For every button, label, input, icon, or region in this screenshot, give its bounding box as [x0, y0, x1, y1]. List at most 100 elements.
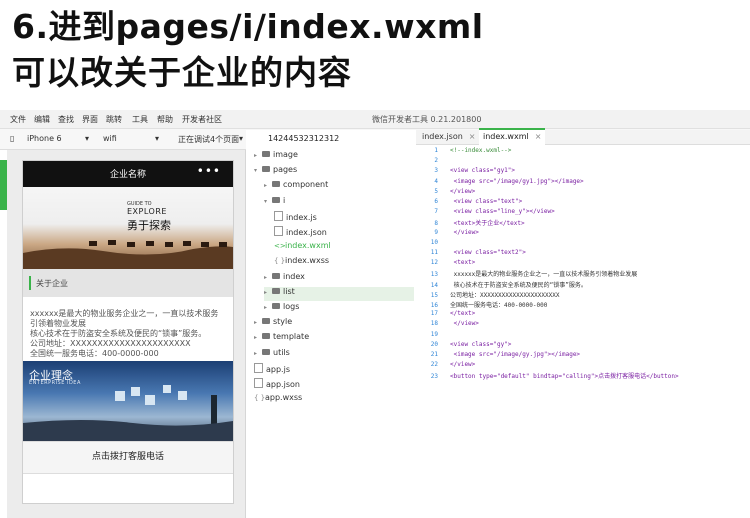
explore-banner: GUIDE TO EXPLORE 勇于探索 [23, 187, 233, 269]
line-code: xxxxxx是最大的物业服务企业之一，一直以技术服务引领着物业发展 [450, 271, 638, 279]
code-line: 10 [416, 239, 450, 249]
section-accent-bar [29, 276, 31, 290]
line-code: <view class="text2"> [450, 249, 526, 256]
tree-item[interactable]: ▸ logs [264, 302, 414, 316]
tree-item[interactable]: ▸ component [264, 180, 414, 194]
menu-file[interactable]: 文件 [10, 114, 26, 125]
call-service-button[interactable]: 点击拨打客服电话 [23, 441, 233, 474]
about-line: 全国统一服务电话：400-0000-000 [30, 349, 159, 358]
tree-item[interactable]: ▸ list [264, 286, 414, 301]
menu-edit[interactable]: 编辑 [34, 114, 50, 125]
file-icon [274, 226, 283, 236]
menu-goto[interactable]: 跳转 [106, 114, 122, 125]
style-file-icon: { } [274, 257, 286, 266]
tree-item-label: app.wxss [265, 393, 303, 403]
tree-item[interactable]: ▸ style [254, 317, 414, 331]
code-line: 1 <!--index.wxml--> [416, 147, 511, 157]
code-line: 15 公司地址：XXXXXXXXXXXXXXXXXXXXXX [416, 290, 560, 300]
idea-banner-graphic [23, 385, 233, 441]
line-number: 7 [434, 208, 438, 216]
caret-right-icon[interactable]: ▸ [254, 319, 262, 326]
file-tree-panel: 14244532312312 ▸ image ▾ pages ▸ component ▾ i i… [246, 130, 417, 508]
code-line: 6 <view class="text"> [416, 198, 522, 208]
caret-right-icon[interactable]: ▸ [264, 274, 272, 281]
phone-frame-icon[interactable]: ▯ [10, 134, 14, 143]
line-code: <view class="text"> [450, 198, 523, 205]
tree-item[interactable]: { }app.wxss [254, 393, 414, 407]
device-select[interactable]: iPhone 6 [27, 134, 62, 143]
tree-item[interactable]: index.js [274, 210, 414, 225]
line-code: </view> [450, 187, 476, 195]
tree-item[interactable]: ▸ index [264, 272, 414, 286]
tree-item-label: utils [273, 347, 290, 357]
menu-help[interactable]: 帮助 [157, 114, 173, 125]
caret-down-icon[interactable]: ▾ [264, 198, 272, 205]
code-line: 14 核心技术在于防盗安全系统及便民的“锁事”服务。 [416, 280, 587, 290]
tree-item[interactable]: index.json [274, 226, 414, 240]
menu-find[interactable]: 查找 [58, 114, 74, 125]
tree-item-label: image [273, 150, 298, 159]
line-number: 20 [430, 340, 438, 348]
chevron-down-icon[interactable]: ▾ [239, 134, 243, 143]
line-code: <image src="/image/gy1.jpg"></image> [450, 177, 584, 185]
line-code: <!--index.wxml--> [450, 147, 512, 154]
tab-index-wxml[interactable]: index.wxml × [479, 128, 546, 146]
code-file-icon: <> [274, 242, 286, 251]
menu-tools[interactable]: 工具 [132, 114, 148, 125]
code-line: 21 <image src="/image/gy.jpg"></image> [416, 351, 580, 361]
tree-item[interactable]: app.js [254, 362, 414, 377]
tree-item[interactable]: ▸ utils [254, 348, 414, 362]
tree-item[interactable]: ▾ i [264, 196, 414, 210]
chevron-down-icon[interactable]: ▾ [155, 134, 159, 143]
tree-item[interactable]: app.json [254, 378, 414, 392]
line-number: 5 [434, 187, 438, 195]
sidebar-accent [0, 160, 7, 210]
code-line: 4 <image src="/image/gy1.jpg"></image> [416, 177, 584, 188]
line-number: 2 [434, 157, 438, 165]
menu-view[interactable]: 界面 [82, 114, 98, 125]
tree-item-label: index.wxss [285, 256, 330, 266]
window-title: 微信开发者工具 0.21.201800 [372, 115, 482, 124]
caret-right-icon[interactable]: ▸ [264, 182, 272, 189]
caret-right-icon[interactable]: ▸ [264, 289, 272, 296]
heading-line-2: 可以改关于企业的内容 [12, 53, 352, 92]
debug-status[interactable]: 正在调试4个页面 [178, 134, 239, 145]
line-number: 10 [430, 238, 438, 246]
close-icon[interactable]: × [535, 132, 542, 141]
code-line: 5 </view> [416, 188, 475, 198]
folder-icon [272, 303, 280, 309]
folder-icon [262, 318, 270, 325]
line-number: 6 [434, 198, 438, 205]
folder-open-icon [262, 166, 270, 173]
code-line: 18 </view> [416, 320, 479, 330]
line-code: </view> [450, 228, 479, 236]
line-number: 9 [434, 228, 438, 236]
code-line: 19 [416, 331, 450, 341]
caret-down-icon[interactable]: ▾ [254, 167, 262, 174]
tree-item[interactable]: <>index.wxml [274, 241, 414, 255]
caret-right-icon[interactable]: ▸ [254, 152, 262, 159]
caret-right-icon[interactable]: ▸ [254, 334, 262, 341]
tab-index-json[interactable]: index.json × [418, 130, 480, 144]
style-file-icon: { } [254, 394, 266, 403]
close-icon[interactable]: × [469, 132, 476, 141]
camel-silhouette-graphic [23, 240, 233, 269]
chevron-down-icon[interactable]: ▾ [85, 134, 89, 143]
line-code: <image src="/image/gy.jpg"></image> [450, 351, 581, 358]
caret-right-icon[interactable]: ▸ [264, 304, 272, 311]
tree-item-label: index.json [286, 228, 327, 237]
folder-open-icon [272, 196, 280, 203]
more-icon[interactable]: ••• [197, 164, 221, 178]
line-number: 21 [430, 351, 438, 358]
network-select[interactable]: wifi [103, 134, 117, 143]
line-number: 13 [430, 271, 438, 279]
tree-item[interactable]: ▸ template [254, 332, 414, 346]
menu-community[interactable]: 开发者社区 [182, 114, 222, 125]
caret-right-icon[interactable]: ▸ [254, 350, 262, 357]
code-line: 8 <text>关于企业</text> [416, 218, 524, 228]
tree-item[interactable]: ▸ image [254, 150, 414, 164]
tree-item[interactable]: { }index.wxss [274, 256, 414, 270]
line-code: </text> [450, 310, 476, 318]
tree-item[interactable]: ▾ pages [254, 165, 414, 179]
code-line: 16 全国统一服务电话：400-0000-000 [416, 300, 548, 310]
